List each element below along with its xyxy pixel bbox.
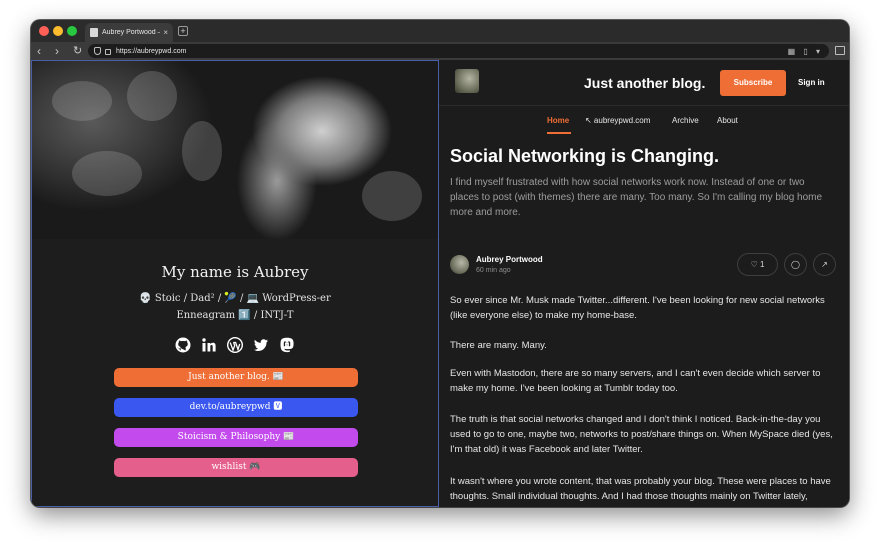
twitter-icon[interactable] <box>253 337 269 353</box>
address-bar-actions[interactable]: ▦ ▯ ▾ <box>788 47 823 56</box>
mastodon-icon[interactable] <box>279 337 295 353</box>
post-excerpt: I find myself frustrated with how social… <box>450 177 823 218</box>
zoom-window-button[interactable] <box>67 26 77 36</box>
subscribe-button[interactable]: Subscribe <box>720 70 786 96</box>
title-bar: Aubrey Portwood — @ × + <box>31 20 849 42</box>
post-paragraph: It wasn't where you wrote content, that … <box>450 476 831 507</box>
post-time: 60 min ago <box>476 267 511 274</box>
profile-photo <box>32 61 438 239</box>
link-button-stoicism[interactable]: Stoicism & Philosophy 📰 <box>114 428 358 447</box>
post-paragraph: Even with Mastodon, there are so many se… <box>450 368 821 394</box>
close-window-button[interactable] <box>39 26 49 36</box>
github-icon[interactable] <box>175 337 191 353</box>
tab-title: Aubrey Portwood — @ <box>102 29 160 36</box>
link-button-blog[interactable]: Just another blog. 📰 <box>114 368 358 387</box>
comment-icon[interactable]: ◯ <box>784 253 807 276</box>
link-button-wishlist[interactable]: wishlist 🎮 <box>114 458 358 477</box>
author-name[interactable]: Aubrey Portwood <box>476 255 543 264</box>
profile-name: My name is Aubrey <box>161 263 309 281</box>
page-favicon-icon <box>90 28 98 37</box>
post-paragraph: So ever since Mr. Musk made Twitter...di… <box>450 295 825 321</box>
sidebar-toggle-icon[interactable] <box>835 46 845 55</box>
nav-active-indicator <box>547 132 571 134</box>
browser-window: Aubrey Portwood — @ × + ‹ › ↻ https://au… <box>31 20 849 507</box>
address-bar[interactable]: https://aubreypwd.com ▦ ▯ ▾ <box>88 44 829 58</box>
site-header: Just another blog. Subscribe Sign in <box>439 60 849 106</box>
social-links <box>32 337 438 353</box>
sign-in-link[interactable]: Sign in <box>798 78 825 87</box>
url-text[interactable]: https://aubreypwd.com <box>116 48 788 55</box>
author-avatar[interactable] <box>450 255 469 274</box>
new-tab-button[interactable]: + <box>178 26 188 36</box>
link-button-devto[interactable]: dev.to/aubreypwd 🆅 <box>114 398 358 417</box>
shield-icon[interactable] <box>94 47 101 55</box>
nav-aubreypwd[interactable]: ↖ aubreypwd.com <box>585 116 650 125</box>
back-button[interactable]: ‹ <box>37 43 41 59</box>
profile-bio-line-1: 💀 Stoic / Dad² / 🎾 / 💻 WordPress-er <box>139 293 331 304</box>
minimize-window-button[interactable] <box>53 26 63 36</box>
forward-button[interactable]: › <box>55 43 59 59</box>
post-paragraph: There are many. Many. <box>450 340 547 351</box>
site-logo[interactable] <box>455 69 479 93</box>
site-title[interactable]: Just another blog. <box>584 75 705 91</box>
wordpress-icon[interactable] <box>227 337 243 353</box>
share-icon[interactable]: ↗ <box>813 253 836 276</box>
blog-panel: Just another blog. Subscribe Sign in Hom… <box>439 60 849 507</box>
post-title: Social Networking is Changing. <box>450 146 720 166</box>
close-tab-icon[interactable]: × <box>163 28 168 37</box>
profile-panel: My name is Aubrey 💀 Stoic / Dad² / 🎾 / 💻… <box>31 60 439 507</box>
nav-about[interactable]: About <box>717 116 738 125</box>
like-button[interactable]: ♡ 1 <box>737 253 778 276</box>
nav-home[interactable]: Home <box>547 116 569 125</box>
lock-icon[interactable] <box>105 49 111 55</box>
nav-archive[interactable]: Archive <box>672 116 699 125</box>
browser-toolbar: ‹ › ↻ https://aubreypwd.com ▦ ▯ ▾ <box>31 42 849 60</box>
post-paragraph: The truth is that social networks change… <box>450 414 833 455</box>
page-content: My name is Aubrey 💀 Stoic / Dad² / 🎾 / 💻… <box>31 60 849 507</box>
profile-bio-line-2: Enneagram 1️⃣ / INTJ-T <box>176 310 294 321</box>
browser-tab[interactable]: Aubrey Portwood — @ × <box>85 23 173 42</box>
linkedin-icon[interactable] <box>201 337 217 353</box>
reload-button[interactable]: ↻ <box>73 43 82 59</box>
